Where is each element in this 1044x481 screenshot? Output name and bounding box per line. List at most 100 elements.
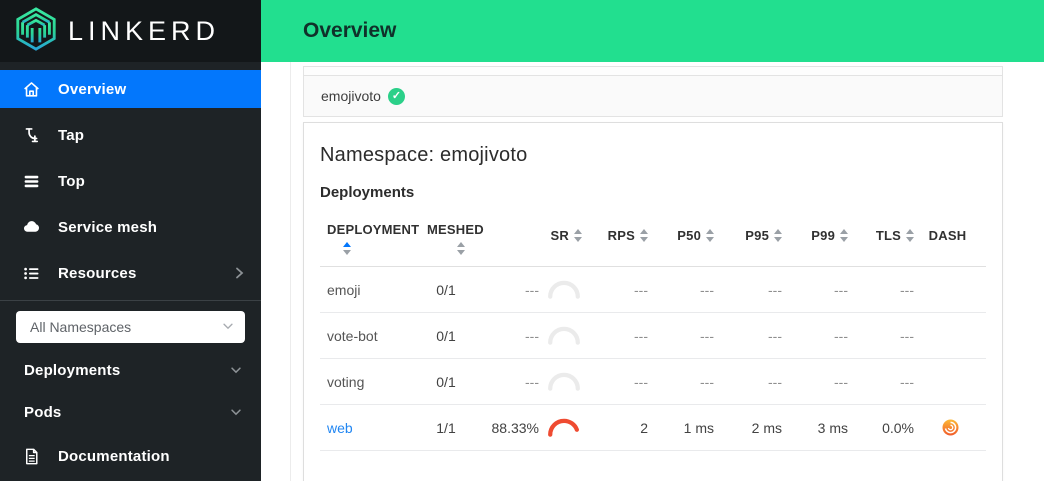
cell-tls: 0.0%	[850, 420, 916, 436]
column-header-dash: DASH	[916, 228, 986, 243]
column-header-tls[interactable]: TLS	[850, 228, 916, 243]
sidebar-item-label: Deployments	[24, 362, 120, 379]
tap-icon	[22, 126, 41, 145]
page-title: Overview	[303, 19, 396, 43]
cloud-icon	[22, 218, 41, 237]
sidebar-item-deployments[interactable]: Deployments	[0, 353, 261, 387]
sort-icons	[343, 242, 351, 255]
table-row-voting: voting0/1------------------	[320, 359, 986, 405]
column-header-deployment[interactable]: DEPLOYMENT	[320, 216, 420, 255]
check-circle-icon: ✓	[388, 88, 405, 105]
cell-deployment: web	[320, 420, 420, 436]
column-header-p95[interactable]: P95	[716, 228, 784, 243]
card-title: Namespace: emojivoto	[320, 144, 986, 167]
cell-p95: ---	[716, 374, 784, 390]
sidebar-item-label: Service mesh	[58, 219, 157, 236]
namespace-name: emojivoto	[321, 88, 381, 104]
sidebar-item-top[interactable]: Top	[0, 162, 261, 200]
cell-meshed: 0/1	[420, 374, 482, 390]
namespace-select-value: All Namespaces	[30, 319, 221, 335]
page-header: Overview	[261, 0, 1044, 62]
sort-icons	[706, 229, 714, 242]
sort-icons	[774, 229, 782, 242]
sort-icons	[906, 229, 914, 242]
success-rate-gauge	[546, 418, 582, 437]
content-left-divider	[290, 62, 291, 481]
cell-p95: ---	[716, 328, 784, 344]
cell-p95: ---	[716, 282, 784, 298]
table-header-row: DEPLOYMENT MESHEDSR RPS P50 P95 P99TLS DASH	[320, 211, 986, 267]
sort-icons	[457, 242, 465, 255]
column-header-meshed[interactable]: MESHED	[420, 216, 482, 255]
cell-p50: ---	[650, 282, 716, 298]
cell-p95: 2 ms	[716, 420, 784, 436]
cell-meshed: 1/1	[420, 420, 482, 436]
cell-rps: 2	[584, 420, 650, 436]
chevron-down-icon	[229, 363, 243, 377]
linkerd-logo-text: LINKERD	[68, 16, 220, 47]
cell-meshed: 0/1	[420, 328, 482, 344]
deployment-link[interactable]: web	[327, 420, 353, 436]
column-header-sr[interactable]: SR	[482, 228, 584, 243]
linkerd-logo[interactable]: LINKERD	[0, 0, 261, 62]
sidebar-item-service-mesh[interactable]: Service mesh	[0, 208, 261, 246]
deployments-table: DEPLOYMENT MESHEDSR RPS P50 P95 P99TLS DASH em…	[320, 211, 986, 451]
cell-dash	[916, 419, 986, 436]
sidebar-item-overview[interactable]: Overview	[0, 70, 261, 108]
column-header-rps[interactable]: RPS	[584, 228, 650, 243]
sidebar-item-label: Documentation	[58, 448, 170, 465]
cell-success-rate: ---	[482, 372, 584, 391]
table-row-emoji: emoji0/1------------------	[320, 267, 986, 313]
column-label: DASH	[929, 228, 967, 243]
cell-meshed: 0/1	[420, 282, 482, 298]
table-row-web: web1/188.33%21 ms2 ms3 ms0.0%	[320, 405, 986, 451]
cell-rps: ---	[584, 374, 650, 390]
chevron-down-icon	[229, 405, 243, 419]
cell-p50: 1 ms	[650, 420, 716, 436]
cell-success-rate: ---	[482, 280, 584, 299]
bars-icon	[22, 172, 41, 191]
column-label: P95	[745, 228, 769, 243]
cell-deployment: emoji	[320, 282, 420, 298]
column-header-p50[interactable]: P50	[650, 228, 716, 243]
cell-p99: ---	[784, 374, 850, 390]
sidebar: LINKERD Overview Tap Top Service mesh	[0, 0, 261, 481]
sidebar-item-tap[interactable]: Tap	[0, 116, 261, 154]
sidebar-item-resources[interactable]: Resources	[0, 254, 261, 292]
sidebar-item-label: Top	[58, 173, 85, 190]
chevron-right-icon	[231, 265, 247, 281]
sidebar-divider	[0, 300, 261, 301]
namespace-panel-header[interactable]: emojivoto ✓	[303, 75, 1003, 117]
cell-p99: ---	[784, 282, 850, 298]
cell-tls: ---	[850, 328, 916, 344]
main-content: emojivoto ✓ Namespace: emojivoto Deploym…	[261, 62, 1044, 481]
table-body: emoji0/1------------------vote-bot0/1---…	[320, 267, 986, 451]
grafana-dashboard-icon[interactable]	[942, 419, 959, 436]
list-icon	[22, 264, 41, 283]
chevron-down-icon	[221, 319, 235, 336]
cell-tls: ---	[850, 374, 916, 390]
success-rate-gauge	[546, 326, 582, 345]
sidebar-item-pods[interactable]: Pods	[0, 395, 261, 429]
document-icon	[22, 447, 41, 466]
sort-icons	[640, 229, 648, 242]
home-icon	[22, 80, 41, 99]
section-title: Deployments	[320, 184, 986, 201]
sidebar-item-label: Resources	[58, 265, 137, 282]
linkerd-logo-icon	[13, 6, 59, 57]
sidebar-item-label: Overview	[58, 81, 126, 98]
namespace-select[interactable]: All Namespaces	[16, 311, 245, 343]
cell-success-rate: ---	[482, 326, 584, 345]
previous-panel-edge	[303, 66, 1003, 75]
cell-success-rate: 88.33%	[482, 418, 584, 437]
sidebar-item-documentation[interactable]: Documentation	[0, 437, 261, 475]
sort-icons	[840, 229, 848, 242]
column-label: P50	[677, 228, 701, 243]
namespace-card: Namespace: emojivoto Deployments DEPLOYM…	[303, 122, 1003, 481]
column-label: MESHED	[427, 222, 484, 237]
cell-tls: ---	[850, 282, 916, 298]
sort-icons	[574, 229, 582, 242]
column-header-p99[interactable]: P99	[784, 228, 850, 243]
column-label: RPS	[608, 228, 635, 243]
sidebar-item-label: Tap	[58, 127, 84, 144]
